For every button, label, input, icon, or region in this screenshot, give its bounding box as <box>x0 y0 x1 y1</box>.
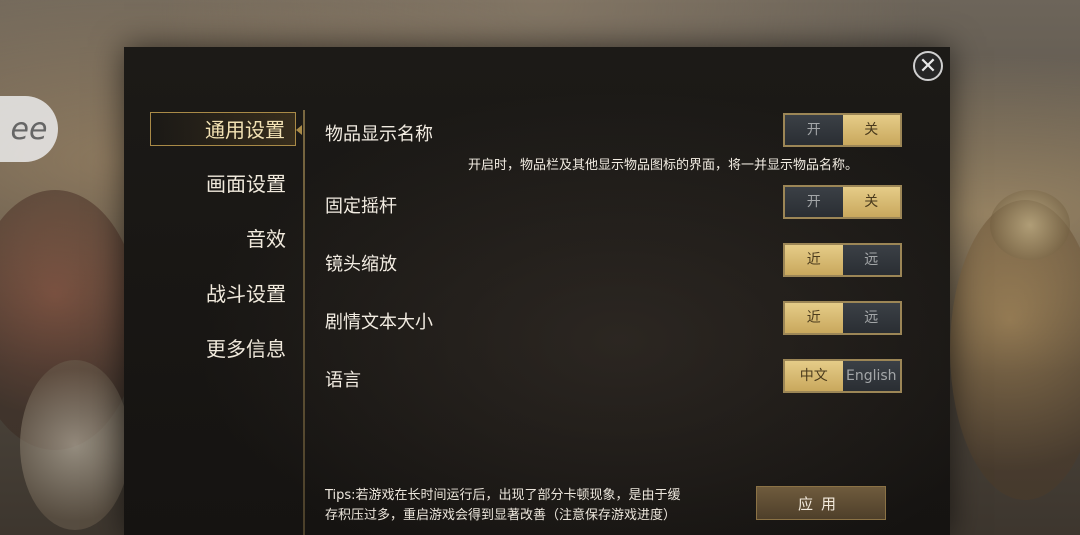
sidebar-item-graphics[interactable]: 画面设置 <box>150 167 296 201</box>
fixed-joystick-on-option[interactable]: 开 <box>785 187 843 217</box>
sidebar-item-label: 画面设置 <box>206 172 286 196</box>
close-button[interactable]: ✕ <box>913 51 943 81</box>
fixed-joystick-toggle: 开 关 <box>783 185 902 219</box>
story-text-size-far-option[interactable]: 远 <box>842 303 900 333</box>
fixed-joystick-label: 固定摇杆 <box>325 196 397 217</box>
story-text-size-toggle: 近 远 <box>783 301 902 335</box>
background-character-right-hat <box>990 190 1070 260</box>
item-name-label: 物品显示名称 <box>325 124 433 145</box>
fixed-joystick-off-option[interactable]: 关 <box>842 187 900 217</box>
story-text-size-label: 剧情文本大小 <box>325 312 433 333</box>
tips-text: Tips:若游戏在长时间运行后，出现了部分卡顿现象，是由于缓 存积压过多，重启游… <box>325 486 745 526</box>
brand-logo[interactable]: ee <box>0 96 58 162</box>
sidebar-item-label: 音效 <box>246 227 286 251</box>
item-name-on-option[interactable]: 开 <box>785 115 843 145</box>
item-name-toggle: 开 关 <box>783 113 902 147</box>
sidebar-item-label: 战斗设置 <box>206 282 286 306</box>
tips-line-1: Tips:若游戏在长时间运行后，出现了部分卡顿现象，是由于缓 <box>325 488 681 503</box>
sidebar-item-label: 更多信息 <box>206 337 286 361</box>
background-character-left-lower <box>20 360 130 530</box>
story-text-size-near-option[interactable]: 近 <box>785 303 843 333</box>
sidebar-item-label: 通用设置 <box>205 118 285 142</box>
camera-zoom-far-option[interactable]: 远 <box>842 245 900 275</box>
sidebar-item-audio[interactable]: 音效 <box>150 222 296 256</box>
item-name-off-option[interactable]: 关 <box>842 115 900 145</box>
active-indicator-arrow-icon <box>296 125 302 135</box>
camera-zoom-label: 镜头缩放 <box>325 254 397 275</box>
sidebar-item-combat[interactable]: 战斗设置 <box>150 277 296 311</box>
item-name-description: 开启时，物品栏及其他显示物品图标的界面，将一并显示物品名称。 <box>468 158 859 173</box>
sidebar-item-more-info[interactable]: 更多信息 <box>150 332 296 366</box>
apply-button[interactable]: 应用 <box>756 486 886 520</box>
language-english-option[interactable]: English <box>842 361 900 391</box>
close-icon: ✕ <box>918 54 938 79</box>
language-label: 语言 <box>325 370 361 391</box>
tips-line-2: 存积压过多，重启游戏会得到显著改善（注意保存游戏进度） <box>325 508 677 523</box>
sidebar-divider <box>303 110 305 535</box>
sidebar-item-general[interactable]: 通用设置 <box>150 112 302 146</box>
camera-zoom-toggle: 近 远 <box>783 243 902 277</box>
language-toggle: 中文 English <box>783 359 902 393</box>
settings-sidebar: 通用设置 画面设置 音效 战斗设置 更多信息 <box>150 112 302 387</box>
camera-zoom-near-option[interactable]: 近 <box>785 245 843 275</box>
language-chinese-option[interactable]: 中文 <box>785 361 843 391</box>
